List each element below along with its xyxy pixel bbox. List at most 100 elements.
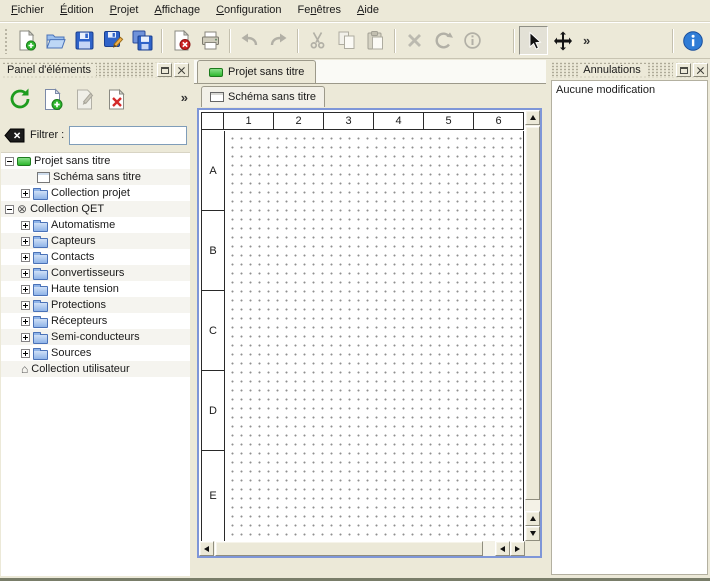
arrow-right-icon [515,546,523,552]
expand-expander-icon[interactable] [21,189,30,198]
arrow-down-icon [530,531,536,539]
scroll-right-button[interactable] [510,541,525,556]
float-panel-button[interactable] [157,63,172,77]
folder-icon [33,334,48,344]
filter-input[interactable] [69,126,187,145]
cut-button[interactable] [303,26,332,55]
toolbar-overflow-chevron[interactable]: » [577,33,596,48]
tab-project[interactable]: Projet sans titre [197,60,316,83]
scroll-up-button-2[interactable] [525,511,540,526]
tree-item-haute-tension[interactable]: Haute tension [1,281,190,297]
undo-panel-titlebar[interactable]: Annulations [551,62,708,78]
float-panel-button[interactable] [676,63,691,77]
print-button[interactable] [196,26,225,55]
collapse-expander-icon[interactable] [5,205,14,214]
tree-item-collection-qet[interactable]: ⊗ Collection QET [1,201,190,217]
new-document-button[interactable] [12,26,41,55]
visualization-mode-button[interactable] [548,26,577,55]
expand-expander-icon[interactable] [21,253,30,262]
vertical-scrollbar[interactable] [525,110,540,541]
scroll-up-button[interactable] [525,110,540,125]
menu-fichier[interactable]: Fichier [3,0,52,21]
panel-overflow-chevron[interactable]: » [181,90,188,105]
expand-expander-icon[interactable] [21,221,30,230]
save-all-button[interactable] [128,26,157,55]
tree-item-contacts[interactable]: Contacts [1,249,190,265]
expand-expander-icon[interactable] [21,349,30,358]
row-header-cell: B [202,211,224,291]
tree-item-protections[interactable]: Protections [1,297,190,313]
arrow-up-icon [530,513,536,521]
menu-fenetres[interactable]: Fenêtres [290,0,349,21]
menu-configuration[interactable]: Configuration [208,0,289,21]
expand-expander-icon[interactable] [21,237,30,246]
copy-button[interactable] [332,26,361,55]
expand-expander-icon[interactable] [21,269,30,278]
rotate-button[interactable] [429,26,458,55]
clear-filter-button[interactable] [4,128,25,143]
open-project-button[interactable] [41,26,70,55]
expand-expander-icon[interactable] [21,301,30,310]
delete-element-button[interactable] [100,83,132,115]
scroll-down-button[interactable] [525,526,540,541]
tree-item-collection-projet[interactable]: Collection projet [1,185,190,201]
redo-button[interactable] [264,26,293,55]
save-as-button[interactable] [99,26,128,55]
collections-tree[interactable]: Projet sans titre Schéma sans titre Coll… [1,152,190,576]
folder-icon [33,286,48,296]
folder-icon [33,350,48,360]
paste-button[interactable] [361,26,390,55]
tree-item-sources[interactable]: Sources [1,345,190,361]
schema-border-frame: 1 2 3 4 5 6 A B C D E [201,112,524,541]
tree-item-convertisseurs[interactable]: Convertisseurs [1,265,190,281]
schema-canvas[interactable]: 1 2 3 4 5 6 A B C D E [199,110,525,541]
column-header-cell: 3 [324,113,374,129]
new-document-icon [16,30,37,51]
close-panel-button[interactable] [174,63,189,77]
properties-button[interactable] [458,26,487,55]
schema-view: 1 2 3 4 5 6 A B C D E [197,108,542,558]
close-file-button[interactable] [167,26,196,55]
delete-button[interactable] [400,26,429,55]
edit-element-button[interactable] [68,83,100,115]
vertical-scrollbar-thumb[interactable] [525,126,540,500]
expand-expander-icon[interactable] [21,317,30,326]
toolbar-separator [229,29,231,53]
undo-button[interactable] [235,26,264,55]
menu-aide[interactable]: Aide [349,0,387,21]
menu-projet[interactable]: Projet [102,0,147,21]
project-icon [209,68,223,77]
tree-item-automatisme[interactable]: Automatisme [1,217,190,233]
project-view: Projet sans titre Schéma sans titre 1 2 [194,60,546,578]
tab-schema[interactable]: Schéma sans titre [201,86,325,107]
tree-item-collection-utilisateur[interactable]: ⌂ Collection utilisateur [1,361,190,377]
new-element-button[interactable] [36,83,68,115]
expand-expander-icon[interactable] [21,285,30,294]
reload-collections-button[interactable] [4,83,36,115]
tree-item-schema[interactable]: Schéma sans titre [1,169,190,185]
menu-affichage[interactable]: Affichage [146,0,208,21]
collapse-expander-icon[interactable] [5,157,14,166]
toolbar-grip[interactable] [4,28,9,54]
horizontal-scrollbar-thumb[interactable] [215,541,483,556]
tree-item-recepteurs[interactable]: Récepteurs [1,313,190,329]
tree-item-project[interactable]: Projet sans titre [1,153,190,169]
scroll-left-button-2[interactable] [495,541,510,556]
clear-filter-icon [4,128,25,143]
menu-edition[interactable]: Édition [52,0,102,21]
undo-list[interactable]: Aucune modification [551,80,708,575]
info-button[interactable] [678,26,707,55]
elements-panel-titlebar[interactable]: Panel d'éléments [2,62,189,78]
close-panel-button[interactable] [693,63,708,77]
horizontal-scrollbar[interactable] [199,541,525,556]
selection-mode-button[interactable] [519,26,548,55]
grid-dots-area[interactable] [225,131,524,541]
tree-item-capteurs[interactable]: Capteurs [1,233,190,249]
row-header-cell: E [202,451,224,541]
save-button[interactable] [70,26,99,55]
expand-expander-icon[interactable] [21,333,30,342]
elements-panel: Panel d'éléments » Filtrer : [0,60,191,578]
tree-item-semi-conducteurs[interactable]: Semi-conducteurs [1,329,190,345]
scroll-left-button[interactable] [199,541,214,556]
float-icon [680,67,688,74]
